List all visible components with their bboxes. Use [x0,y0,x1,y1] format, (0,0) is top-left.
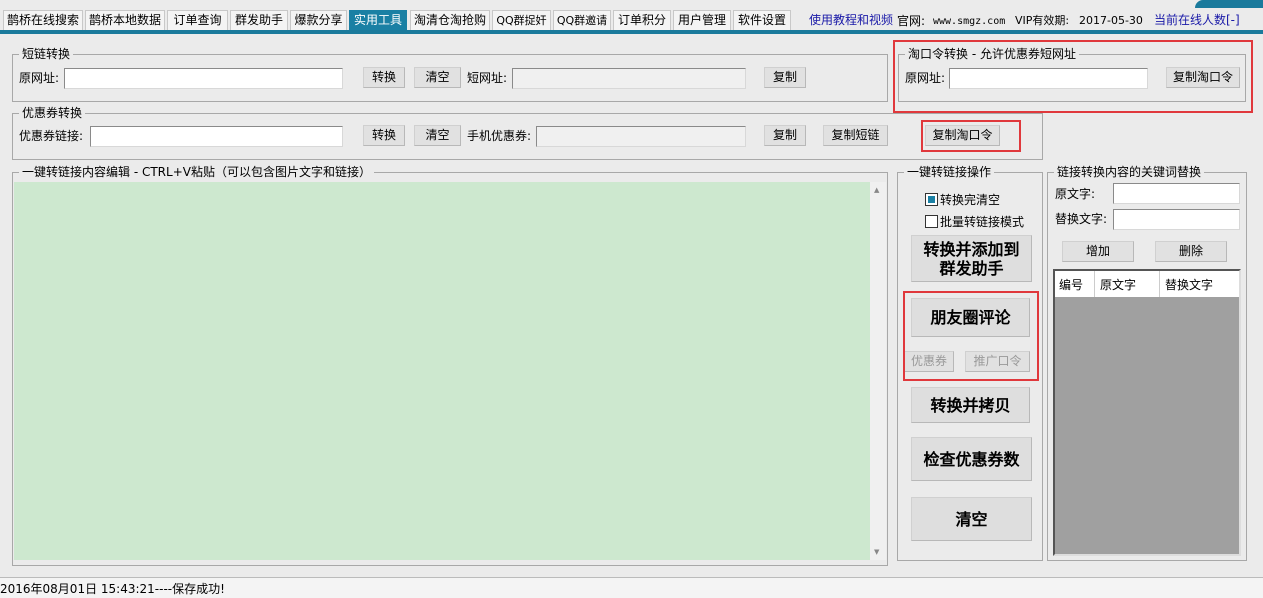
mobile-coupon-output[interactable] [536,126,746,147]
orig-text-input[interactable] [1113,183,1240,204]
tab-2[interactable]: 订单查询 [167,10,228,31]
column-divider [1159,271,1160,297]
tutorial-link[interactable]: 使用教程和视频 [809,13,893,27]
coupon-button[interactable]: 优惠券 [904,351,954,372]
coupon-copy-short-button[interactable]: 复制短链 [823,125,888,146]
tkl-url-label: 原网址: [905,71,946,85]
coupon-copy-button[interactable]: 复制 [764,125,806,146]
column-header-id[interactable]: 编号 [1059,278,1083,292]
keyword-list[interactable]: 编号 原文字 替换文字 [1053,269,1241,556]
header-corner-decoration [1195,0,1263,8]
mobile-coupon-label: 手机优惠券: [467,129,532,143]
tab-10[interactable]: 用户管理 [673,10,731,31]
site-url: www.smgz.com [933,16,1006,27]
repl-text-label: 替换文字: [1055,212,1108,226]
repl-text-input[interactable] [1113,209,1240,230]
short-url-output[interactable] [512,68,746,89]
tab-8[interactable]: QQ群邀请 [553,10,611,31]
coupon-link-label: 优惠券链接: [19,129,84,143]
online-users[interactable]: 当前在线人数[-] [1154,13,1240,27]
delete-keyword-button[interactable]: 删除 [1155,241,1227,262]
tab-3[interactable]: 群发助手 [230,10,288,31]
ops-title: 一键转链接操作 [904,165,995,179]
status-bar: 2016年08月01日 15:43:21----保存成功! [0,577,1263,598]
coupon-link-input[interactable] [90,126,343,147]
tkl-url-input[interactable] [949,68,1148,89]
moments-comment-button[interactable]: 朋友圈评论 [911,298,1030,337]
column-header-repl[interactable]: 替换文字 [1165,278,1213,292]
keyword-list-header: 编号 原文字 替换文字 [1055,271,1239,297]
tab-9[interactable]: 订单积分 [613,10,671,31]
column-header-orig[interactable]: 原文字 [1100,278,1136,292]
replace-title: 链接转换内容的关键词替换 [1054,165,1205,179]
batch-mode-label: 批量转链接模式 [940,215,1025,229]
editor-scrollbar[interactable]: ▲ ▼ [870,182,886,560]
add-keyword-button[interactable]: 增加 [1062,241,1134,262]
short-link-title: 短链转换 [19,47,74,61]
coupon-convert-button[interactable]: 转换 [363,125,405,146]
original-url-label: 原网址: [19,71,60,85]
tab-6[interactable]: 淘清仓淘抢购 [410,10,490,31]
scroll-down-icon[interactable]: ▼ [874,548,879,556]
promo-code-button[interactable]: 推广口令 [965,351,1030,372]
tab-11[interactable]: 软件设置 [733,10,791,31]
tab-underline [0,30,1263,34]
orig-text-label: 原文字: [1055,187,1096,201]
content-editor[interactable] [14,182,870,560]
short-copy-button[interactable]: 复制 [764,67,806,88]
vip-date: 2017-05-30 [1079,14,1143,27]
ops-clear-button[interactable]: 清空 [911,497,1032,541]
scroll-up-icon[interactable]: ▲ [874,186,879,194]
coupon-title: 优惠券转换 [19,106,86,120]
clear-after-checkbox[interactable] [925,193,938,206]
check-coupons-button[interactable]: 检查优惠券数 [911,437,1032,481]
tab-7[interactable]: QQ群捉奸 [492,10,551,31]
convert-copy-button[interactable]: 转换并拷贝 [911,387,1030,423]
editor-title: 一键转链接内容编辑 - CTRL+V粘贴（可以包含图片文字和链接） [19,165,374,179]
tab-0[interactable]: 鹊桥在线搜索 [3,10,83,31]
short-clear-button[interactable]: 清空 [414,67,461,88]
original-url-input[interactable] [64,68,343,89]
batch-mode-checkbox[interactable] [925,215,938,228]
tab-1[interactable]: 鹊桥本地数据 [85,10,165,31]
short-url-label: 短网址: [467,71,508,85]
coupon-copy-tkl-button[interactable]: 复制淘口令 [925,125,1000,146]
add-to-group-button[interactable]: 转换并添加到群发助手 [911,235,1032,282]
tab-4[interactable]: 爆款分享 [290,10,347,31]
short-convert-button[interactable]: 转换 [363,67,405,88]
column-divider [1094,271,1095,297]
coupon-clear-button[interactable]: 清空 [414,125,461,146]
vip-label: VIP有效期: [1015,14,1070,27]
tab-5[interactable]: 实用工具 [349,10,407,31]
tkl-copy-button[interactable]: 复制淘口令 [1166,67,1240,88]
taokouling-title: 淘口令转换 - 允许优惠券短网址 [905,47,1079,61]
site-label: 官网: [897,14,926,28]
clear-after-label: 转换完清空 [940,193,1001,207]
status-text: 2016年08月01日 15:43:21----保存成功! [0,582,225,596]
